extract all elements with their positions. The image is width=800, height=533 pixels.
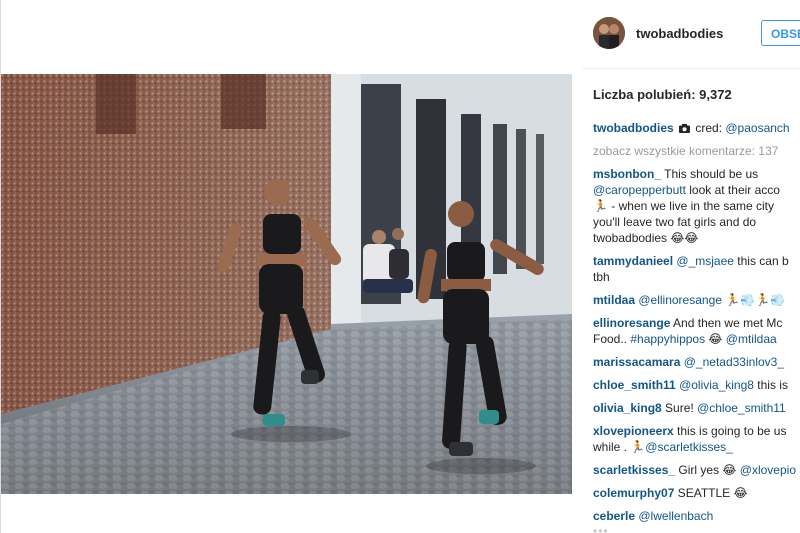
- comment-text: tbh: [593, 270, 610, 284]
- photo-illustration: [1, 74, 572, 494]
- comment-text: you'll leave two fat girls and do: [593, 215, 757, 229]
- comment-mention[interactable]: @olivia_king8: [679, 378, 754, 392]
- comment-mention[interactable]: @lwellenbach: [638, 509, 713, 523]
- comment-row: while . 🏃@scarletkisses_: [593, 439, 800, 455]
- follow-button[interactable]: OBSE: [761, 20, 800, 46]
- post-sidebar: twobadbodies OBSE Liczba polubień: 9,372…: [582, 0, 800, 533]
- comment-text: this can b: [733, 254, 789, 268]
- caption: twobadbodies cred: @paosanch: [593, 120, 800, 136]
- more-options-icon[interactable]: •••: [593, 524, 609, 533]
- caption-author[interactable]: twobadbodies: [593, 121, 674, 135]
- comment-mention[interactable]: @scarletkisses_: [645, 440, 733, 454]
- comment-mention[interactable]: @mtildaa: [726, 332, 777, 346]
- comment-text: this is: [753, 378, 788, 392]
- comment-text: This should be us: [661, 167, 759, 181]
- post-photo[interactable]: [1, 74, 572, 494]
- comment-mention[interactable]: @ellinoresange: [638, 293, 722, 307]
- likes-count: Liczba polubień: 9,372: [593, 87, 732, 102]
- post-header: twobadbodies OBSE: [582, 0, 800, 68]
- username-link[interactable]: twobadbodies: [636, 26, 723, 41]
- comment-text: 🏃💨🏃💨: [721, 293, 786, 307]
- view-all-comments-text[interactable]: zobacz wszystkie komentarze: 137: [593, 144, 778, 158]
- view-all-comments-link[interactable]: zobacz wszystkie komentarze: 137: [593, 143, 800, 159]
- comment-row: scarletkisses_ Girl yes 😂 @xlovepio: [593, 462, 800, 478]
- comment-row: @caropepperbutt look at their acco: [593, 182, 800, 198]
- comment-row: ellinoresange And then we met Mc: [593, 315, 800, 331]
- comment-author[interactable]: msbonbon_: [593, 167, 661, 181]
- comment-hashtag[interactable]: #happyhippos: [630, 332, 705, 346]
- comment-author[interactable]: marissacamara: [593, 355, 680, 369]
- comment-text: while . 🏃: [593, 440, 646, 454]
- comment-author[interactable]: scarletkisses_: [593, 463, 675, 477]
- comment-text: twobadbodies 😂😂: [593, 231, 699, 245]
- comment-row: 🏃 - when we live in the same city: [593, 198, 800, 214]
- comment-author[interactable]: olivia_king8: [593, 401, 662, 415]
- camera-icon: [679, 121, 691, 133]
- avatar[interactable]: [593, 17, 625, 49]
- comment-author[interactable]: mtildaa: [593, 293, 635, 307]
- comment-text: 🏃 - when we live in the same city: [593, 199, 775, 213]
- comment-author[interactable]: ceberle: [593, 509, 635, 523]
- comment-text: this is going to be us: [673, 424, 787, 438]
- comment-mention[interactable]: @caropepperbutt: [593, 183, 686, 197]
- comment-text: Girl yes 😂: [675, 463, 740, 477]
- header-divider: [582, 68, 800, 69]
- comment-row: Food.. #happyhippos 😂 @mtildaa: [593, 331, 800, 347]
- comment-author[interactable]: colemurphy07: [593, 486, 674, 500]
- comment-author[interactable]: ellinoresange: [593, 316, 670, 330]
- comment-row: chloe_smith11 @olivia_king8 this is: [593, 377, 800, 393]
- comment-text: Food..: [593, 332, 631, 346]
- comment-row: mtildaa @ellinoresange 🏃💨🏃💨: [593, 292, 800, 308]
- avatar-image: [593, 17, 625, 49]
- comment-row: colemurphy07 SEATTLE 😂: [593, 485, 800, 501]
- comment-author[interactable]: tammydanieel: [593, 254, 673, 268]
- comment-row: msbonbon_ This should be us: [593, 166, 800, 182]
- comment-row: tbh: [593, 269, 800, 285]
- comment-mention[interactable]: @chloe_smith11: [697, 401, 786, 415]
- comment-row: olivia_king8 Sure! @chloe_smith11: [593, 400, 800, 416]
- comment-mention[interactable]: @xlovepio: [740, 463, 796, 477]
- comment-row: twobadbodies 😂😂: [593, 230, 800, 246]
- comment-row: xlovepioneerx this is going to be us: [593, 423, 800, 439]
- comment-row: you'll leave two fat girls and do: [593, 214, 800, 230]
- comments-list: twobadbodies cred: @paosanch zobacz wszy…: [593, 120, 800, 524]
- comment-mention[interactable]: @_msjaee: [676, 254, 734, 268]
- comment-text: 😂: [705, 332, 726, 346]
- comment-text: Sure!: [661, 401, 698, 415]
- comment-row: marissacamara @_netad33inlov3_: [593, 354, 800, 370]
- comment-text: And then we met Mc: [670, 316, 783, 330]
- comment-mention[interactable]: @_netad33inlov3_: [684, 355, 784, 369]
- comment-author[interactable]: chloe_smith11: [593, 378, 676, 392]
- caption-mention[interactable]: @paosanch: [725, 121, 789, 135]
- comment-text: look at their acco: [685, 183, 780, 197]
- comment-row: ceberle @lwellenbach: [593, 508, 800, 524]
- comment-author[interactable]: xlovepioneerx: [593, 424, 674, 438]
- caption-text: cred:: [692, 121, 726, 135]
- comment-row: tammydanieel @_msjaee this can b: [593, 253, 800, 269]
- comment-text: SEATTLE 😂: [674, 486, 748, 500]
